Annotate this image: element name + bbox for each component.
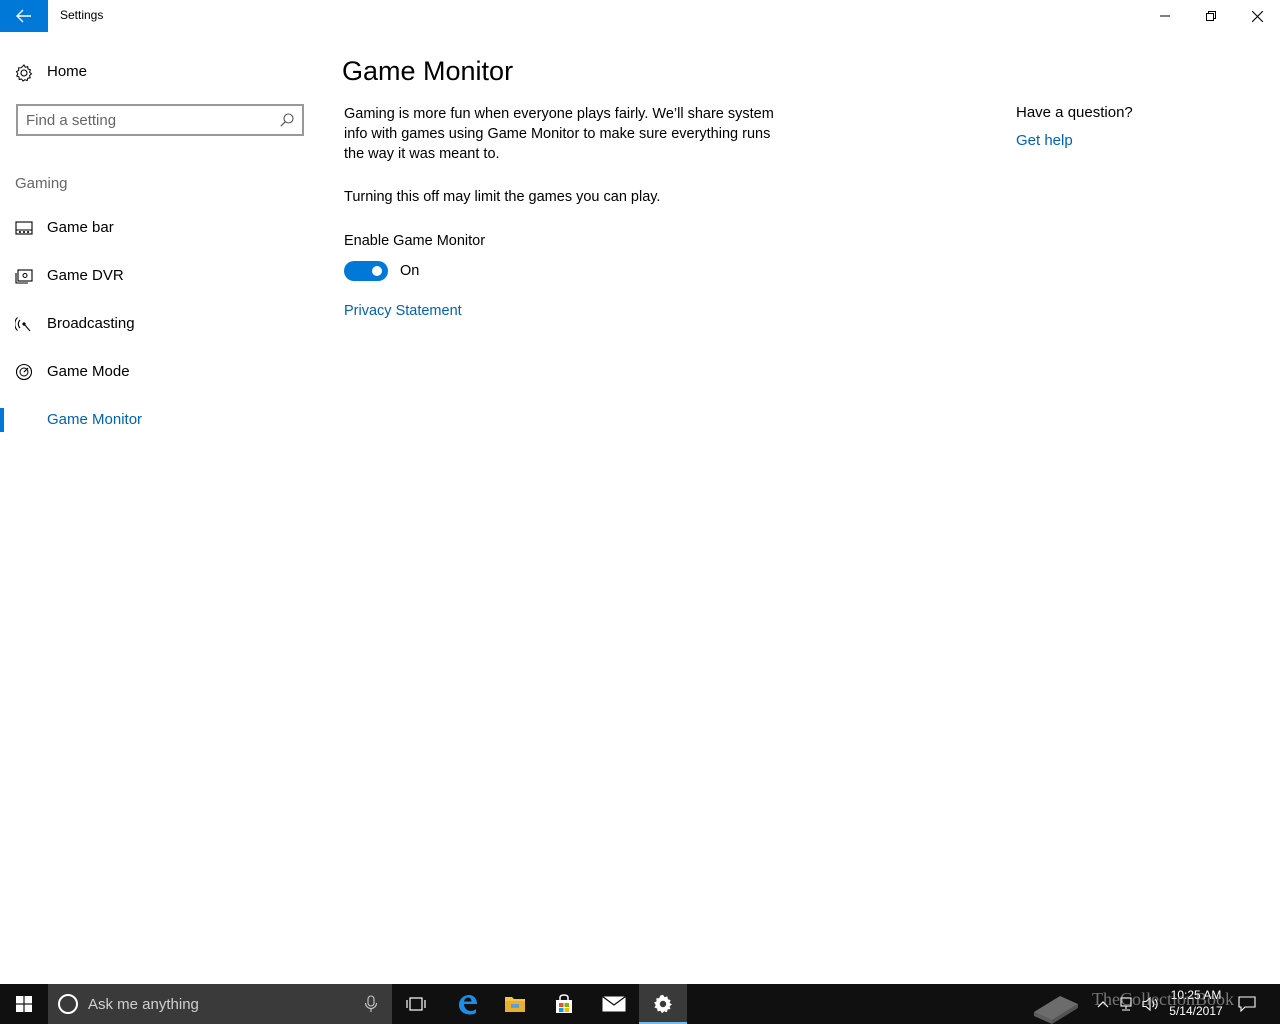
privacy-statement-link[interactable]: Privacy Statement [344, 303, 462, 319]
search-icon[interactable] [280, 113, 294, 127]
title-bar: Settings [0, 0, 1280, 32]
edge-icon [459, 995, 477, 1015]
sidebar-item-game-dvr[interactable]: Game DVR [0, 256, 320, 296]
notification-icon [1238, 996, 1256, 1012]
mail-button[interactable] [590, 984, 638, 1024]
clock-time: 10:25 AM [1170, 988, 1222, 1002]
restore-button[interactable] [1188, 0, 1234, 32]
settings-app-button[interactable] [639, 984, 687, 1024]
sidebar: Home Gaming Game bar Game DVR [0, 32, 320, 984]
sidebar-item-label: Game bar [47, 219, 114, 236]
sidebar-item-label: Game Monitor [47, 411, 143, 428]
window-title: Settings [60, 8, 104, 22]
store-button[interactable] [540, 984, 588, 1024]
main-content: Game Monitor Gaming is more fun when eve… [320, 32, 1000, 984]
mail-icon [602, 996, 626, 1012]
cortana-search-input[interactable] [88, 994, 348, 1014]
taskbar: 10:25 AM 5/14/2017 TheCollectionBook [0, 984, 1280, 1024]
sidebar-item-label: Game Mode [47, 363, 130, 380]
toggle-knob [372, 266, 382, 276]
game-monitor-toggle[interactable] [344, 261, 388, 281]
gear-icon [15, 64, 33, 82]
game-mode-icon [15, 363, 33, 381]
cortana-search-box[interactable] [48, 984, 392, 1024]
taskbar-clock[interactable]: 10:25 AM 5/14/2017 [1160, 987, 1232, 1019]
edge-button[interactable] [443, 984, 491, 1024]
active-indicator [0, 408, 4, 432]
minimize-button[interactable] [1142, 0, 1188, 32]
show-hidden-icons-button[interactable] [1092, 984, 1114, 1024]
toggle-label: Enable Game Monitor [344, 233, 486, 249]
network-icon [1120, 997, 1132, 1011]
task-view-button[interactable] [392, 984, 440, 1024]
cortana-icon [58, 994, 78, 1014]
help-question: Have a question? [1016, 104, 1133, 121]
sidebar-item-label: Broadcasting [47, 315, 135, 332]
close-icon [1251, 10, 1263, 22]
close-button[interactable] [1234, 0, 1280, 32]
page-title: Game Monitor [342, 56, 514, 86]
book-logo-icon [1034, 996, 1078, 1024]
file-explorer-icon [505, 997, 525, 1012]
sidebar-item-game-mode[interactable]: Game Mode [0, 352, 320, 392]
warning-text: Turning this off may limit the games you… [344, 189, 661, 205]
network-button[interactable] [1116, 984, 1138, 1024]
description-text: Gaming is more fun when everyone plays f… [344, 106, 774, 162]
broadcasting-icon [15, 317, 31, 332]
game-dvr-icon [15, 269, 33, 284]
back-arrow-icon [16, 9, 31, 23]
settings-search-box[interactable] [16, 104, 304, 136]
settings-icon [654, 994, 672, 1014]
volume-button[interactable] [1140, 984, 1162, 1024]
sidebar-item-broadcasting[interactable]: Broadcasting [0, 304, 320, 344]
clock-date: 5/14/2017 [1169, 1004, 1223, 1018]
sidebar-item-label: Game DVR [47, 267, 124, 284]
sidebar-item-home[interactable]: Home [0, 56, 320, 88]
get-help-link[interactable]: Get help [1016, 132, 1073, 149]
file-explorer-button[interactable] [491, 984, 539, 1024]
settings-search-input[interactable] [26, 110, 276, 130]
volume-icon [1142, 996, 1158, 1012]
sidebar-item-game-bar[interactable]: Game bar [0, 208, 320, 248]
game-bar-icon [15, 221, 33, 235]
task-view-icon [406, 997, 426, 1011]
restore-icon [1206, 11, 1216, 21]
back-button[interactable] [0, 0, 48, 32]
sidebar-home-label: Home [47, 63, 88, 80]
sidebar-item-game-monitor[interactable]: Game Monitor [0, 400, 320, 440]
microphone-icon[interactable] [364, 995, 378, 1013]
store-icon [556, 994, 572, 1013]
toggle-state-text: On [400, 263, 420, 279]
chevron-up-icon [1097, 1001, 1109, 1008]
minimize-icon [1160, 15, 1170, 17]
section-label-gaming: Gaming [15, 175, 68, 192]
start-button[interactable] [0, 984, 48, 1024]
action-center-button[interactable] [1234, 984, 1260, 1024]
windows-logo-icon [16, 996, 32, 1012]
